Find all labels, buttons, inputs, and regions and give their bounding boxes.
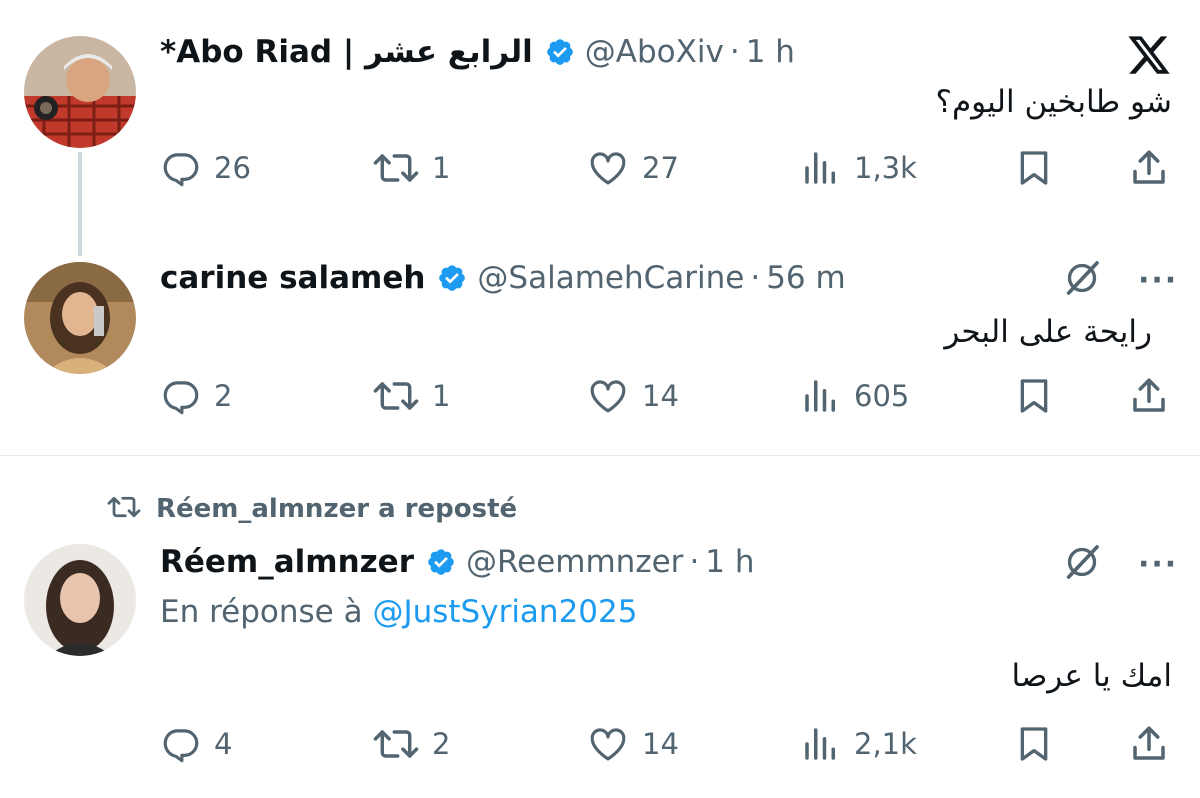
tweet-aboriad[interactable]: *Abo Riad | الرابع عشر @AboXiv · 1 h شو …: [0, 0, 1200, 256]
like-icon: [586, 147, 630, 189]
views-button[interactable]: 1,3k: [800, 146, 917, 190]
like-count: 14: [642, 727, 679, 761]
tweet-text: رايحة على البحر: [944, 314, 1152, 350]
like-count: 27: [642, 151, 679, 185]
handle[interactable]: @SalamehCarine: [477, 260, 744, 296]
action-bar: 2 1 14 605: [0, 374, 1200, 418]
repost-button[interactable]: 1: [372, 146, 450, 190]
separator-dot: ·: [689, 544, 700, 580]
repost-icon: [106, 492, 142, 526]
reply-context: En réponse à @JustSyrian2025: [160, 594, 637, 630]
like-button[interactable]: 14: [586, 374, 679, 418]
bookmark-icon: [1014, 723, 1054, 765]
reply-button[interactable]: 4: [160, 722, 232, 766]
avatar-reem[interactable]: [24, 544, 136, 656]
reply-icon: [160, 147, 202, 189]
reply-button[interactable]: 26: [160, 146, 251, 190]
avatar-carine[interactable]: [24, 262, 136, 374]
separator-dot: ·: [729, 34, 740, 70]
repost-count: 1: [432, 151, 451, 185]
verified-badge-icon: [437, 263, 467, 293]
share-button[interactable]: [1128, 146, 1170, 190]
grok-slash-icon[interactable]: [1062, 542, 1102, 586]
views-icon: [800, 375, 842, 417]
repost-count: 2: [432, 727, 451, 761]
repost-icon: [372, 147, 420, 189]
repost-button[interactable]: 2: [372, 722, 450, 766]
tweet-carine[interactable]: carine salameh @SalamehCarine · 56 m ···…: [0, 230, 1200, 454]
verified-badge-icon: [545, 37, 575, 67]
tweet-corner-controls: ···: [1062, 542, 1178, 586]
like-button[interactable]: 14: [586, 722, 679, 766]
separator-dot: ·: [750, 260, 761, 296]
share-icon: [1128, 147, 1170, 189]
tweet-text: شو طابخين اليوم؟: [935, 84, 1172, 120]
x-logo-icon[interactable]: [1126, 32, 1172, 82]
bookmark-button[interactable]: [1014, 146, 1054, 190]
tweet-corner-controls: ···: [1062, 258, 1178, 302]
display-name[interactable]: *Abo Riad | الرابع عشر: [160, 34, 533, 70]
verified-badge-icon: [426, 547, 456, 577]
like-icon: [586, 375, 630, 417]
share-button[interactable]: [1128, 374, 1170, 418]
more-icon[interactable]: ···: [1138, 263, 1178, 298]
more-icon[interactable]: ···: [1138, 547, 1178, 582]
reply-icon: [160, 723, 202, 765]
reply-mention-link[interactable]: @JustSyrian2025: [372, 594, 637, 630]
reply-count: 4: [214, 727, 233, 761]
views-icon: [800, 147, 842, 189]
share-icon: [1128, 375, 1170, 417]
repost-icon: [372, 375, 420, 417]
tweet-header: carine salameh @SalamehCarine · 56 m: [160, 256, 846, 300]
like-icon: [586, 723, 630, 765]
reply-button[interactable]: 2: [160, 374, 232, 418]
bookmark-button[interactable]: [1014, 374, 1054, 418]
views-count: 1,3k: [854, 151, 917, 185]
share-icon: [1128, 723, 1170, 765]
bookmark-icon: [1014, 375, 1054, 417]
like-count: 14: [642, 379, 679, 413]
reply-prefix: En réponse à: [160, 594, 363, 630]
share-button[interactable]: [1128, 722, 1170, 766]
views-button[interactable]: 605: [800, 374, 909, 418]
bookmark-icon: [1014, 147, 1054, 189]
tweet-reem[interactable]: Réem_almnzer a reposté Réem_almnzer @Ree…: [0, 456, 1200, 798]
repost-label[interactable]: Réem_almnzer a reposté: [156, 494, 517, 524]
grok-slash-icon[interactable]: [1062, 258, 1102, 302]
tweet-header: *Abo Riad | الرابع عشر @AboXiv · 1 h: [160, 30, 795, 74]
bookmark-button[interactable]: [1014, 722, 1054, 766]
reply-icon: [160, 375, 202, 417]
repost-count: 1: [432, 379, 451, 413]
reply-count: 2: [214, 379, 233, 413]
handle[interactable]: @Reemmnzer: [466, 544, 683, 580]
timestamp[interactable]: 56 m: [766, 260, 846, 296]
handle[interactable]: @AboXiv: [585, 34, 724, 70]
views-icon: [800, 723, 842, 765]
timestamp[interactable]: 1 h: [746, 34, 795, 70]
views-button[interactable]: 2,1k: [800, 722, 917, 766]
display-name[interactable]: Réem_almnzer: [160, 544, 414, 580]
views-count: 605: [854, 379, 910, 413]
action-bar: 4 2 14 2,1k: [0, 722, 1200, 766]
timestamp[interactable]: 1 h: [705, 544, 754, 580]
tweet-text: امك يا عرصا: [1011, 658, 1173, 694]
tweet-header: Réem_almnzer @Reemmnzer · 1 h: [160, 540, 755, 584]
display-name[interactable]: carine salameh: [160, 260, 425, 296]
action-bar: 26 1 27 1,3k: [0, 146, 1200, 190]
repost-button[interactable]: 1: [372, 374, 450, 418]
like-button[interactable]: 27: [586, 146, 679, 190]
views-count: 2,1k: [854, 727, 917, 761]
reply-count: 26: [214, 151, 251, 185]
repost-indicator: Réem_almnzer a reposté: [106, 492, 517, 526]
avatar-aboriad[interactable]: [24, 36, 136, 148]
repost-icon: [372, 723, 420, 765]
